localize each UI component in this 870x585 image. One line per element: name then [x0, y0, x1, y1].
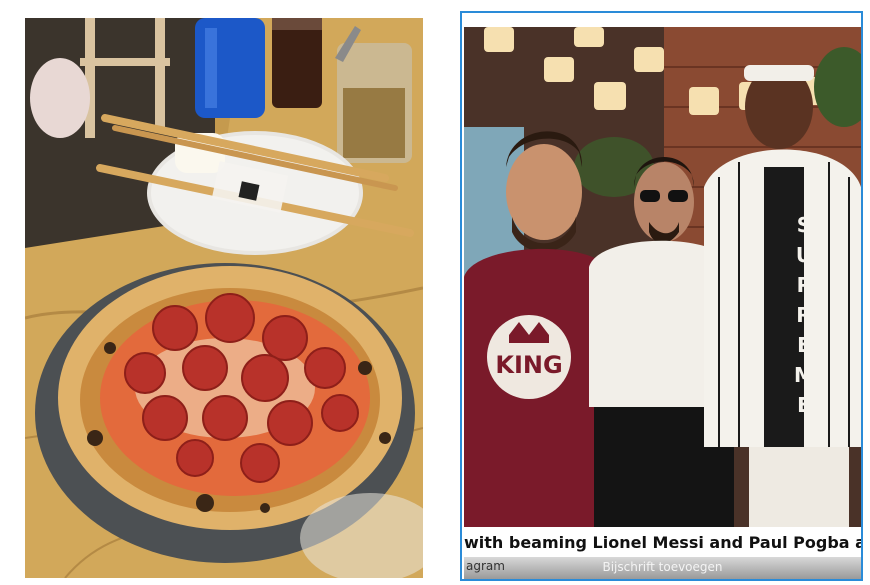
jacket-letter: S — [797, 213, 811, 237]
shirt-king-text: KING — [495, 351, 562, 379]
jacket-letter: E — [797, 333, 811, 357]
jacket-letter: U — [796, 243, 812, 267]
messi-pogba-photo: KING S U P R E M E — [464, 27, 861, 527]
add-caption-button[interactable]: Bijschrift toevoegen — [464, 560, 861, 574]
jacket-letter: P — [797, 273, 812, 297]
jacket-letter: E — [797, 393, 811, 417]
selected-image-frame[interactable]: KING S U P R E M E with beaming Lionel M… — [460, 11, 863, 581]
pizza-photo — [25, 18, 423, 578]
jacket-letter: R — [796, 303, 811, 327]
image-caption: with beaming Lionel Messi and Paul Pogba… — [464, 533, 861, 552]
caption-toolbar: agram Bijschrift toevoegen — [464, 557, 861, 579]
jacket-letter: M — [794, 363, 814, 387]
